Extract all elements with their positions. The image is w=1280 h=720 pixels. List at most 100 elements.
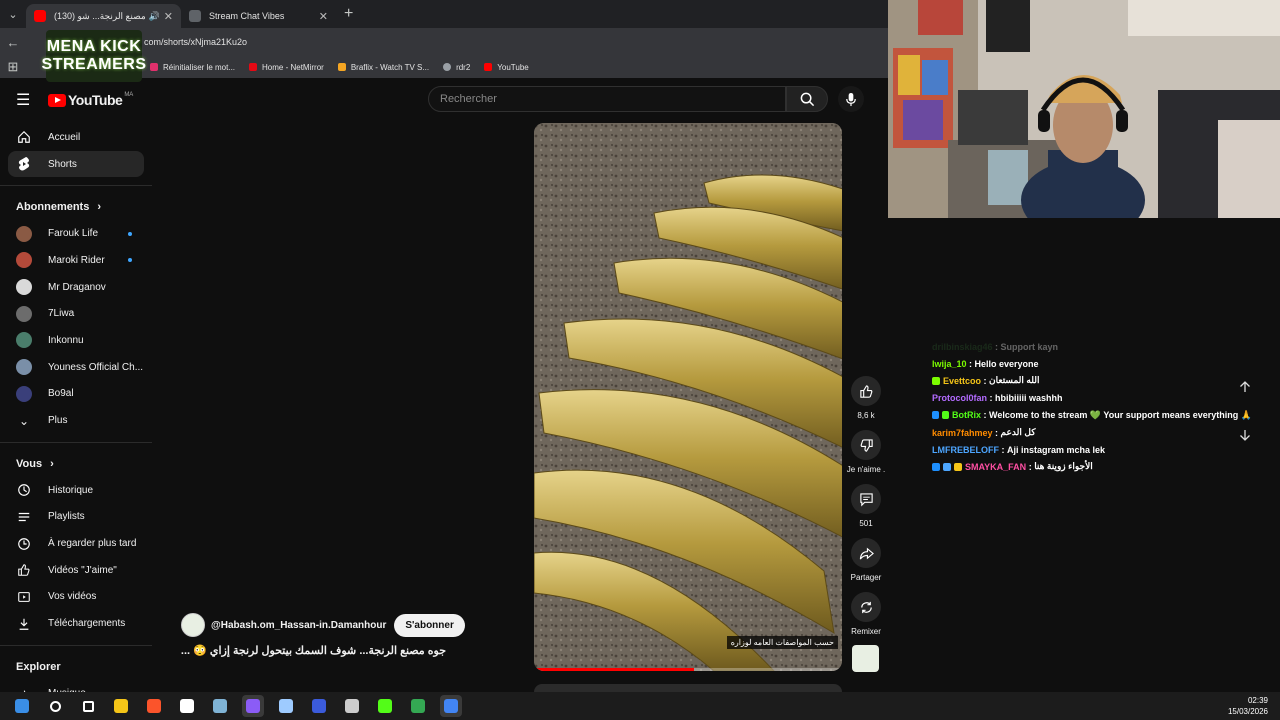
dislike-button[interactable]: Je n'aime . xyxy=(847,430,885,474)
chat-username[interactable]: BotRix xyxy=(952,410,981,420)
chat-username[interactable]: drilbinskiag46 xyxy=(932,342,993,352)
sidebar-item-history[interactable]: Historique xyxy=(0,477,152,504)
chat-username[interactable]: lwija_10 xyxy=(932,359,967,369)
kick-icon[interactable] xyxy=(374,695,396,717)
chat-message: karim7fahmey : كل الدعم xyxy=(932,424,1252,441)
search-input[interactable]: Rechercher xyxy=(428,86,786,112)
notepad-icon[interactable] xyxy=(275,695,297,717)
chat-text: Aji instagram mcha lek xyxy=(1007,444,1106,455)
sidebar-item-subscription[interactable]: Farouk Life xyxy=(0,220,152,247)
sidebar-item-subscription[interactable]: Youness Official Ch... xyxy=(0,354,152,381)
taskbar-app-glyph xyxy=(312,699,326,713)
sidebar-item-subscription[interactable]: Inkonnu xyxy=(0,327,152,354)
apps-grid-icon[interactable]: ⊞ xyxy=(0,59,26,75)
youtube-logo[interactable]: YouTube MA xyxy=(48,92,133,108)
comments-button[interactable]: 501 xyxy=(848,484,884,528)
tab-stream-chat[interactable]: Stream Chat Vibes ✕ xyxy=(181,4,336,28)
new-content-dot xyxy=(128,258,132,263)
sidebar-item-downloads[interactable]: Téléchargements xyxy=(0,610,152,637)
sidebar-item-liked[interactable]: Vidéos "J'aime" xyxy=(0,557,152,584)
chat-separator: : xyxy=(981,410,989,421)
chat-username[interactable]: Evettcoo xyxy=(943,376,981,386)
sidebar: Accueil Shorts Abonnements › Farouk Life … xyxy=(0,124,152,700)
next-short-preview[interactable] xyxy=(534,684,842,692)
speaker-icon[interactable]: 🔊 xyxy=(149,11,160,22)
divider xyxy=(0,441,152,443)
channel-thumbnail[interactable] xyxy=(852,645,879,672)
tab-title: (130) جوه مصنع الرنجة... شو xyxy=(54,10,145,21)
taskbar-app-glyph xyxy=(345,699,359,713)
share-button[interactable]: Partager xyxy=(848,538,884,582)
obs-icon[interactable] xyxy=(341,695,363,717)
bookmark-item[interactable]: YouTube xyxy=(484,63,529,72)
bookmark-item[interactable]: Home - NetMirror xyxy=(249,63,324,72)
chat-username[interactable]: karim7fahmey xyxy=(932,428,993,438)
sidebar-item-watch-later[interactable]: À regarder plus tard xyxy=(0,530,152,557)
chat-text: Welcome to the stream 💚 Your support mea… xyxy=(989,409,1252,420)
short-title[interactable]: جوه مصنع الرنجة... شوف السمك بيتحول لرنج… xyxy=(181,644,446,657)
arrow-down-icon[interactable] xyxy=(1236,426,1254,444)
bookmark-item[interactable]: Réinitialiser le mot... xyxy=(150,63,235,72)
store-icon[interactable] xyxy=(176,695,198,717)
video-progress-fill xyxy=(534,668,695,671)
sidebar-item-playlists[interactable]: Playlists xyxy=(0,504,152,531)
tab-list-button[interactable]: ⌄ xyxy=(0,0,26,28)
video-progress-bar[interactable] xyxy=(534,668,842,671)
chat-separator: : xyxy=(999,444,1007,455)
chat-username[interactable]: SMAYKA_FAN xyxy=(965,462,1026,472)
clock-date: 15/03/2026 xyxy=(1227,707,1268,716)
you-heading[interactable]: Vous › xyxy=(0,451,152,477)
short-video-player[interactable]: حسب المواصفات العامه لوزاره xyxy=(534,123,842,671)
screen: ⌄ (130) جوه مصنع الرنجة... شو 🔊 ✕ Stream… xyxy=(0,0,1280,720)
chat-username[interactable]: Protocol0fan xyxy=(932,393,987,403)
chat-message: BotRix : Welcome to the stream 💚 Your su… xyxy=(932,407,1252,424)
url-field[interactable]: com/shorts/xNjma21Ku2o xyxy=(144,37,247,47)
sidebar-item-subscription[interactable]: Maroki Rider xyxy=(0,247,152,274)
netmirror-icon xyxy=(249,63,258,71)
app-icon[interactable] xyxy=(209,695,231,717)
menu-icon[interactable]: ☰ xyxy=(16,90,32,110)
sidebar-item-shorts[interactable]: Shorts xyxy=(8,150,144,178)
search-icon[interactable] xyxy=(44,695,66,717)
youtube-header: ☰ YouTube MA Rechercher xyxy=(0,82,888,116)
avatar xyxy=(16,279,32,296)
like-button[interactable]: 8,6 k xyxy=(848,376,884,420)
sidebar-item-your-videos[interactable]: Vos vidéos xyxy=(0,584,152,611)
taskbar-clock[interactable]: 02:39 15/03/2026 xyxy=(1228,695,1268,717)
discord-icon[interactable] xyxy=(242,695,264,717)
chat-text: الأجواء زوينة هنا xyxy=(1034,461,1093,472)
taskbar-app-glyph xyxy=(180,699,194,713)
taskbar-app-glyph xyxy=(15,699,29,713)
chrome-icon[interactable] xyxy=(407,695,429,717)
bookmark-item[interactable]: Braflix - Watch TV S... xyxy=(337,63,429,72)
new-tab-button[interactable]: + xyxy=(344,5,353,23)
brave-icon[interactable] xyxy=(143,695,165,717)
subscriptions-heading[interactable]: Abonnements › xyxy=(0,194,152,220)
stream-overlay-logo: MENA KICK STREAMERS xyxy=(42,30,146,82)
sidebar-item-home[interactable]: Accueil xyxy=(0,124,152,151)
avatar[interactable] xyxy=(181,613,205,637)
sidebar-item-subscription[interactable]: Bo9al xyxy=(0,381,152,408)
remix-button[interactable]: Remixer xyxy=(848,592,884,636)
task-view-icon[interactable] xyxy=(77,695,99,717)
arrow-up-icon[interactable] xyxy=(1236,378,1254,396)
search-button[interactable] xyxy=(786,86,828,112)
voice-search-button[interactable] xyxy=(838,86,864,112)
back-icon[interactable]: ← xyxy=(0,35,26,50)
tab-youtube[interactable]: (130) جوه مصنع الرنجة... شو 🔊 ✕ xyxy=(26,4,181,28)
file-explorer-icon[interactable] xyxy=(110,695,132,717)
channel-name[interactable]: @Habash.om_Hassan-in.Damanhour xyxy=(211,620,386,631)
new-content-dot xyxy=(128,231,132,236)
youtube-icon xyxy=(484,63,493,71)
chat-username[interactable]: LMFREBELOFF xyxy=(932,445,999,455)
sidebar-item-subscription[interactable]: Mr Draganov xyxy=(0,274,152,301)
app-blue-icon[interactable] xyxy=(308,695,330,717)
sidebar-item-subscription[interactable]: 7Liwa xyxy=(0,300,152,327)
bookmark-item[interactable]: rdr2 xyxy=(443,63,470,72)
subscribe-button[interactable]: S'abonner xyxy=(394,613,465,637)
chrome-active-icon[interactable] xyxy=(440,695,462,717)
close-tab-icon[interactable]: ✕ xyxy=(164,10,173,23)
close-tab-icon[interactable]: ✕ xyxy=(319,10,328,23)
windows-start-icon[interactable] xyxy=(11,695,33,717)
sidebar-item-more[interactable]: ⌄ Plus xyxy=(0,407,152,434)
